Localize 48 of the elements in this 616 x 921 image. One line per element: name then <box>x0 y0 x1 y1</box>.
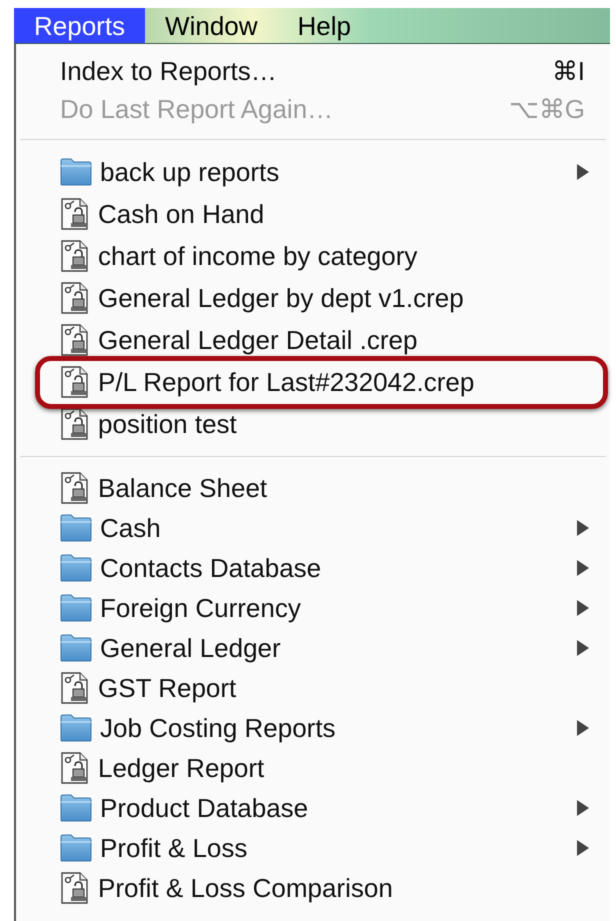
menu-item[interactable]: Profit & Loss <box>16 828 610 868</box>
menu-item[interactable]: P/L Report for Last#232042.crep <box>16 361 610 403</box>
report-document-icon <box>60 324 90 356</box>
menu-item[interactable]: chart of income by category <box>16 235 610 277</box>
submenu-arrow-icon <box>576 719 590 737</box>
report-document-icon <box>60 198 90 230</box>
submenu-arrow-icon <box>576 519 590 537</box>
menu-item[interactable]: Product Database <box>16 788 610 828</box>
submenu-arrow-icon <box>576 599 590 617</box>
folder-icon <box>60 594 92 622</box>
menu-item[interactable]: Contacts Database <box>16 548 610 588</box>
folder-icon <box>60 714 92 742</box>
menu-command[interactable]: Index to Reports… ⌘I <box>16 52 610 90</box>
submenu-arrow-icon <box>576 839 590 857</box>
menu-item[interactable]: Foreign Currency <box>16 588 610 628</box>
folder-icon <box>60 554 92 582</box>
folder-icon <box>60 794 92 822</box>
folder-icon <box>60 834 92 862</box>
folder-icon <box>60 514 92 542</box>
menu-item[interactable]: General Ledger <box>16 628 610 668</box>
report-document-icon <box>60 240 90 272</box>
menu-item[interactable]: Ledger Report <box>16 748 610 788</box>
menu-item[interactable]: Job Costing Reports <box>16 708 610 748</box>
submenu-arrow-icon <box>576 799 590 817</box>
submenu-arrow-icon <box>576 559 590 577</box>
folder-icon <box>60 634 92 662</box>
submenu-arrow-icon <box>576 163 590 181</box>
menu-item[interactable]: Profit & Loss Comparison <box>16 868 610 908</box>
report-document-icon <box>60 752 90 784</box>
report-document-icon <box>60 672 90 704</box>
menu-item[interactable]: General Ledger by dept v1.crep <box>16 277 610 319</box>
submenu-arrow-icon <box>576 639 590 657</box>
menu-item[interactable]: Cash on Hand <box>16 193 610 235</box>
folder-icon <box>60 158 92 186</box>
menu-item[interactable]: back up reports <box>16 151 610 193</box>
menu-bar-item[interactable]: Reports <box>14 8 146 43</box>
menu-item[interactable]: General Ledger Detail .crep <box>16 319 610 361</box>
report-document-icon <box>60 472 90 504</box>
report-document-icon <box>60 408 90 440</box>
menu-bar-item[interactable]: Window <box>145 8 278 43</box>
report-document-icon <box>60 872 90 904</box>
menu-bar-item[interactable]: Help <box>278 8 372 43</box>
menu-item[interactable]: position test <box>16 403 610 445</box>
report-document-icon <box>60 282 90 314</box>
menu-item[interactable]: GST Report <box>16 668 610 708</box>
menu-item[interactable]: Cash <box>16 508 610 548</box>
report-document-icon <box>60 366 90 398</box>
menu-item[interactable]: Balance Sheet <box>16 468 610 508</box>
